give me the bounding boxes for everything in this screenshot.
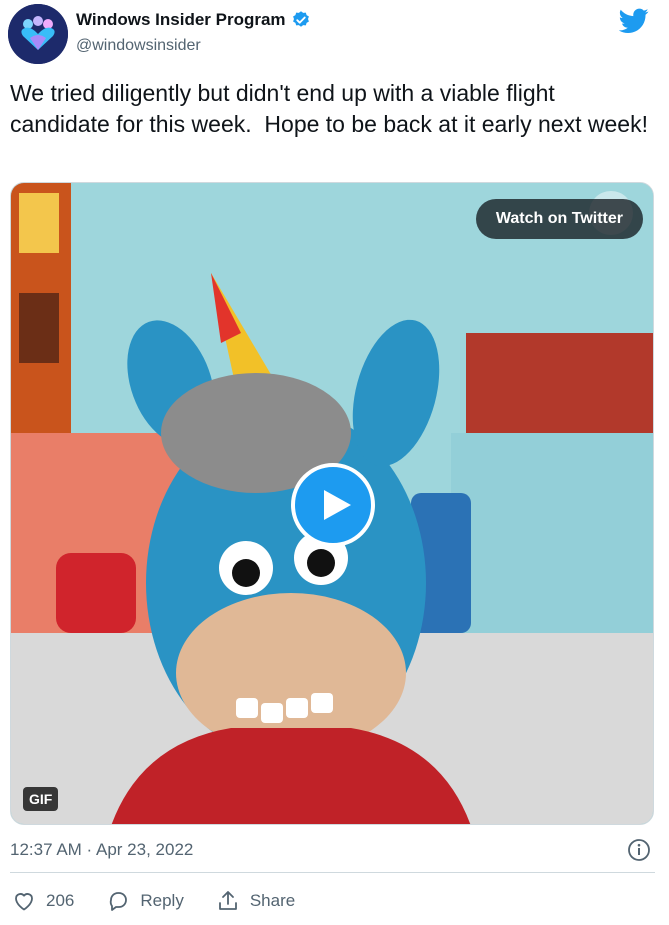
verified-badge-icon bbox=[292, 11, 309, 27]
display-name[interactable]: Windows Insider Program bbox=[76, 10, 286, 30]
reply-button[interactable]: Reply bbox=[106, 889, 184, 913]
handle[interactable]: @windowsinsider bbox=[76, 37, 201, 55]
play-button[interactable] bbox=[291, 463, 375, 547]
windows-insider-people-icon bbox=[8, 4, 68, 64]
tweet-header: Windows Insider Program @windowsinsider bbox=[8, 4, 661, 66]
gif-media[interactable]: Watch on Twitter GIF bbox=[10, 182, 654, 825]
info-icon[interactable] bbox=[627, 838, 651, 862]
heart-icon bbox=[15, 893, 33, 911]
divider bbox=[10, 872, 655, 873]
like-count: 206 bbox=[46, 891, 75, 910]
name-row: Windows Insider Program bbox=[76, 10, 311, 30]
avatar[interactable] bbox=[8, 4, 68, 64]
tweet-actions: 206 Reply Share bbox=[12, 887, 327, 915]
reply-label: Reply bbox=[140, 891, 184, 910]
share-icon bbox=[218, 891, 237, 910]
share-button[interactable]: Share bbox=[216, 889, 295, 913]
play-icon bbox=[324, 490, 351, 520]
twitter-bird-icon[interactable] bbox=[619, 8, 649, 34]
tweet-text: We tried diligently but didn't end up wi… bbox=[10, 80, 648, 137]
tweet-timestamp[interactable]: 12:37 AM · Apr 23, 2022 bbox=[10, 840, 193, 860]
gif-badge: GIF bbox=[23, 787, 59, 811]
like-button[interactable]: 206 bbox=[12, 889, 74, 913]
share-label: Share bbox=[249, 891, 296, 910]
reply-bubble-icon bbox=[110, 892, 128, 911]
watch-on-twitter-button[interactable]: Watch on Twitter bbox=[475, 199, 643, 239]
